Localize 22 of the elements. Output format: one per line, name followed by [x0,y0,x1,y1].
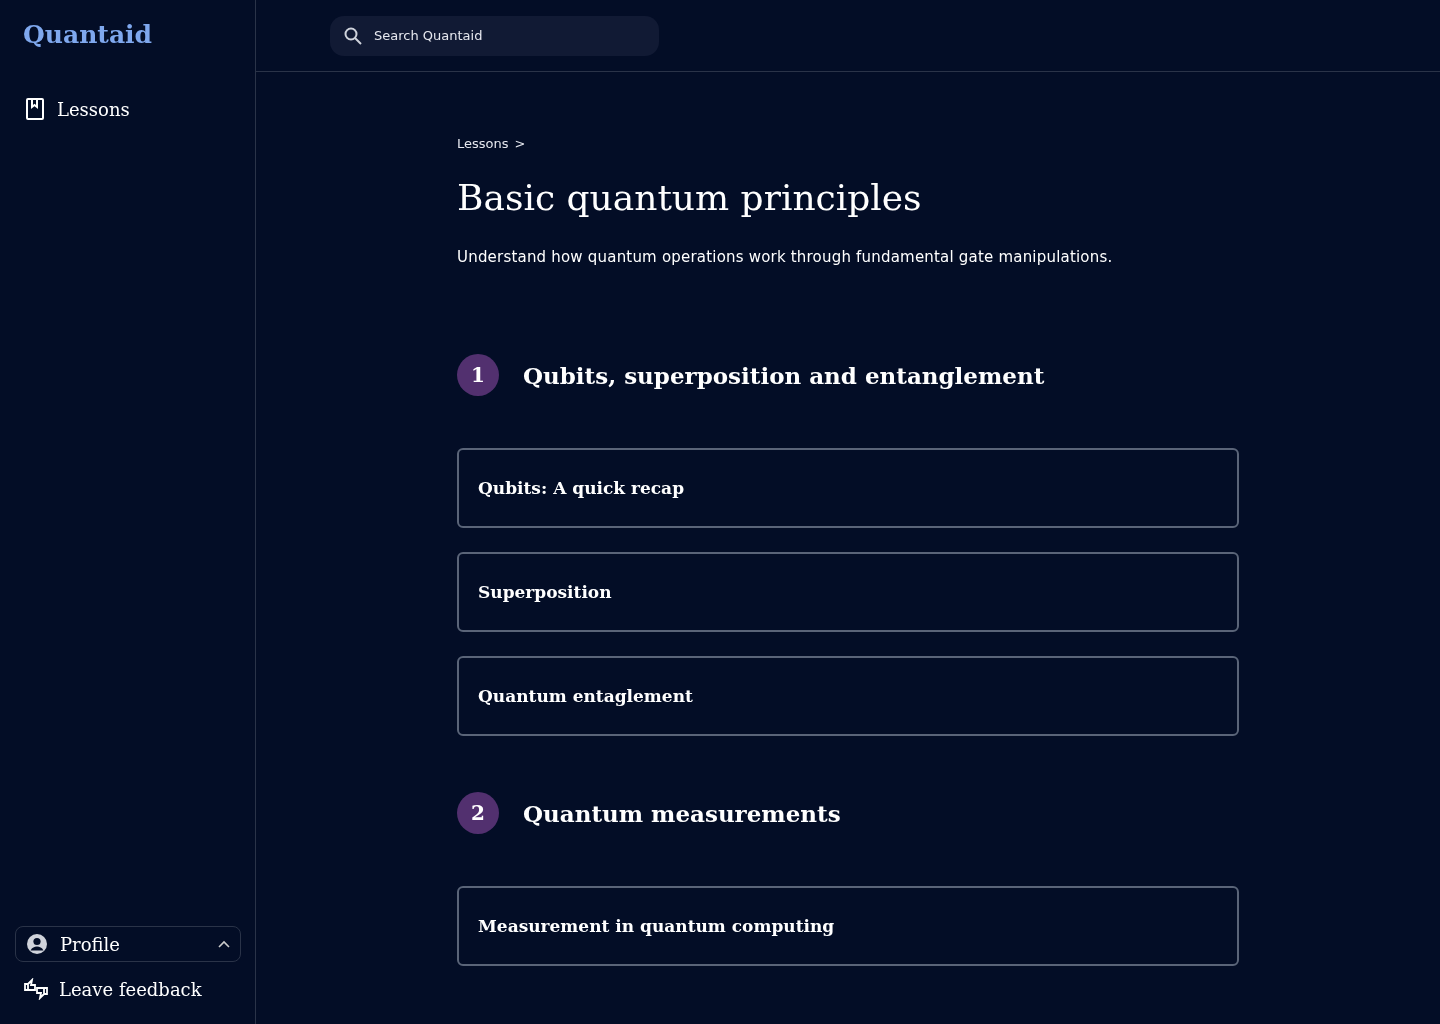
lessons-nav-item[interactable]: Lessons [15,92,240,126]
section-number: 1 [457,354,499,396]
thumbs-icon [23,978,49,1000]
feedback-link[interactable]: Leave feedback [15,974,240,1004]
section-title: Quantum measurements [523,799,841,827]
section-number: 2 [457,792,499,834]
lesson-card[interactable]: Quantum entaglement [457,656,1239,736]
chevron-icon [218,940,230,948]
profile-button[interactable]: Profile [15,926,241,962]
search-icon [344,26,362,45]
book-icon [25,98,45,120]
lesson-card[interactable]: Superposition [457,552,1239,632]
section-title: Qubits, superposition and entanglement [523,361,1045,389]
lesson-card[interactable]: Qubits: A quick recap [457,448,1239,528]
logo[interactable]: Quantaid [15,14,240,54]
page-description: Understand how quantum operations work through fundamental gate manipulations. [457,248,1114,266]
user-icon [26,933,48,955]
page-title: Basic quantum principles [457,177,923,218]
breadcrumb-separator: > [514,136,526,151]
breadcrumb-link[interactable]: Lessons [457,136,509,151]
lesson-card[interactable]: Measurement in quantum computing [457,886,1239,966]
search-field[interactable]: Search Quantaid [330,15,659,56]
